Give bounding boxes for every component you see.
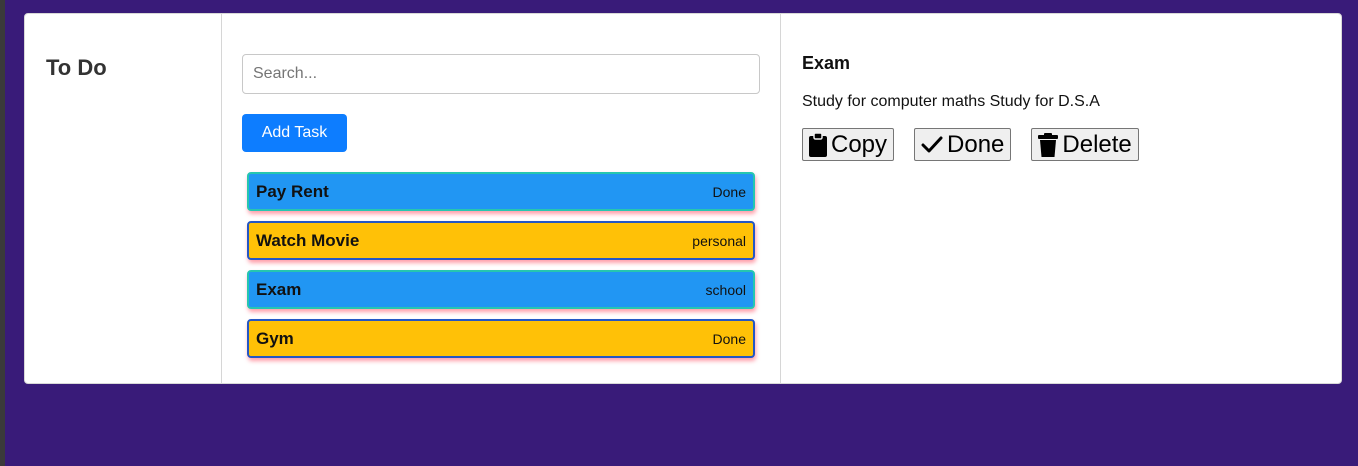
detail-description: Study for computer maths Study for D.S.A bbox=[802, 93, 1100, 110]
task-detail-column: Exam Study for computer maths Study for … bbox=[781, 14, 1341, 383]
app-title: To Do bbox=[46, 55, 107, 80]
task-item[interactable]: Exam school bbox=[247, 270, 755, 309]
task-tag: school bbox=[705, 281, 746, 298]
task-title: Exam bbox=[256, 279, 302, 299]
copy-label: Copy bbox=[831, 130, 888, 158]
delete-label: Delete bbox=[1062, 130, 1132, 158]
task-title: Pay Rent bbox=[256, 181, 329, 201]
search-input[interactable] bbox=[242, 54, 760, 94]
check-icon bbox=[921, 136, 943, 152]
task-tag: Done bbox=[712, 183, 746, 200]
task-list-column: Add Task Pay Rent Done Watch Movie perso… bbox=[222, 14, 781, 383]
delete-button[interactable]: Delete bbox=[1031, 128, 1139, 161]
task-item[interactable]: Pay Rent Done bbox=[247, 172, 755, 211]
clipboard-icon bbox=[809, 132, 827, 157]
app-card: To Do Add Task Pay Rent Done Watch Movie… bbox=[24, 13, 1342, 384]
task-list: Pay Rent Done Watch Movie personal Exam … bbox=[247, 172, 755, 368]
task-tag: personal bbox=[692, 232, 746, 249]
done-label: Done bbox=[947, 130, 1005, 158]
done-button[interactable]: Done bbox=[914, 128, 1012, 161]
copy-button[interactable]: Copy bbox=[802, 128, 895, 161]
trash-icon bbox=[1038, 132, 1059, 157]
detail-actions: Copy Done Delete bbox=[802, 128, 1139, 161]
window-edge bbox=[0, 0, 5, 466]
add-task-button[interactable]: Add Task bbox=[242, 114, 347, 152]
brand-column: To Do bbox=[25, 14, 222, 383]
task-item[interactable]: Gym Done bbox=[247, 319, 755, 358]
task-tag: Done bbox=[712, 330, 746, 347]
task-item[interactable]: Watch Movie personal bbox=[247, 221, 755, 260]
task-title: Watch Movie bbox=[256, 230, 360, 250]
detail-title: Exam bbox=[802, 53, 851, 73]
task-title: Gym bbox=[256, 328, 294, 348]
